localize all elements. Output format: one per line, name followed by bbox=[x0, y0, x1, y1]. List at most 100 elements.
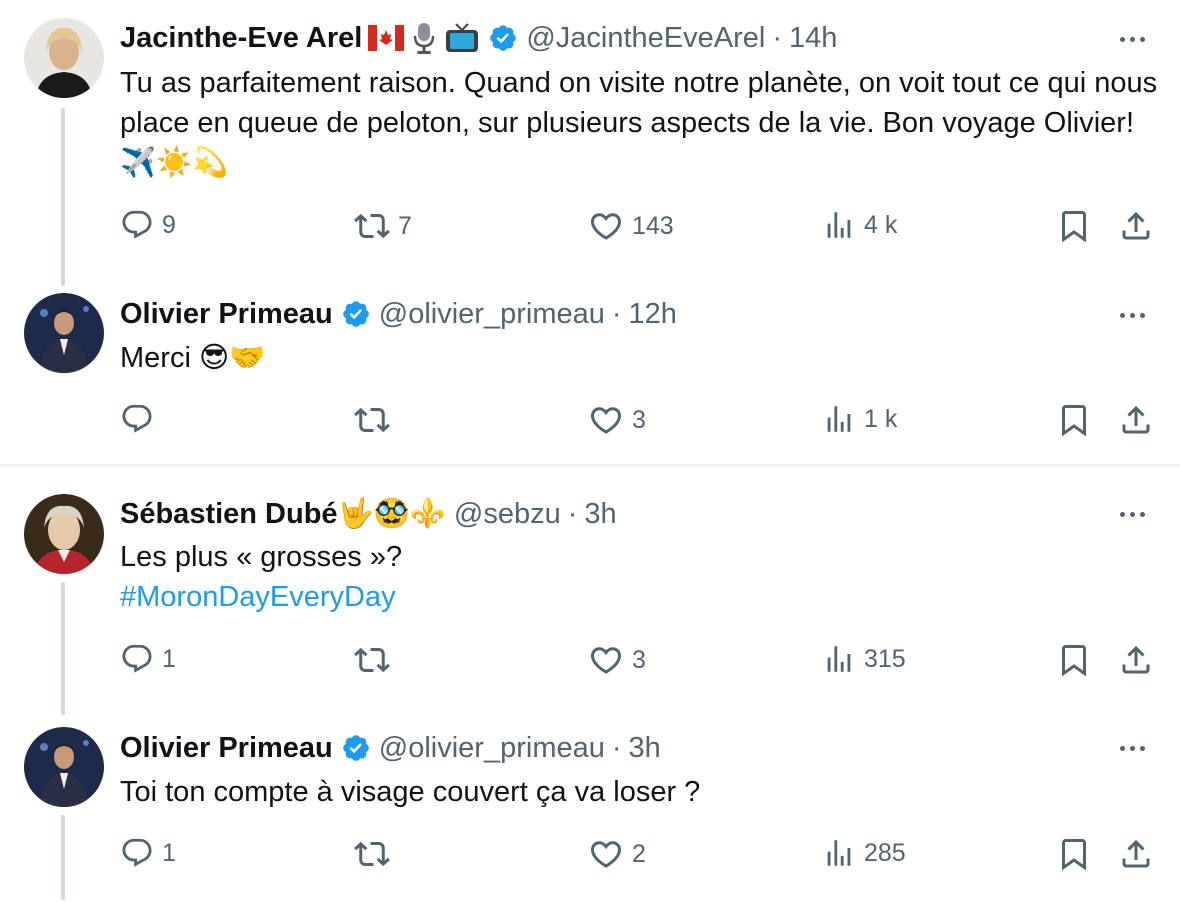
reply-icon bbox=[122, 210, 152, 239]
bookmark-icon bbox=[1062, 645, 1086, 677]
views-icon bbox=[827, 212, 851, 238]
retweet-count: 7 bbox=[398, 211, 412, 240]
like-button[interactable]: 3 bbox=[588, 402, 646, 438]
retweet-icon bbox=[354, 213, 390, 239]
share-button[interactable] bbox=[1118, 208, 1154, 244]
user-handle[interactable]: @sebzu bbox=[454, 498, 561, 531]
retweet-button[interactable] bbox=[354, 642, 398, 678]
reply-button[interactable]: 9 bbox=[120, 208, 176, 242]
retweet-icon bbox=[354, 407, 390, 433]
more-icon[interactable] bbox=[1112, 499, 1152, 529]
tweet-text: Tu as parfaitement raison. Quand on visi… bbox=[120, 67, 1158, 179]
avatar-jacinthe[interactable] bbox=[24, 18, 104, 98]
conversation-divider bbox=[0, 464, 1180, 467]
like-button[interactable]: 143 bbox=[588, 208, 674, 244]
like-button[interactable]: 2 bbox=[588, 836, 646, 872]
retweet-button[interactable] bbox=[354, 836, 398, 872]
retweet-icon bbox=[354, 647, 390, 673]
reply-icon bbox=[122, 404, 152, 433]
share-button[interactable] bbox=[1118, 836, 1154, 872]
tweet-text: Les plus « grosses »? bbox=[120, 541, 403, 573]
more-icon[interactable] bbox=[1112, 24, 1152, 54]
reply-button[interactable] bbox=[120, 402, 162, 436]
separator-dot: · bbox=[772, 21, 782, 54]
tweet-4[interactable]: Olivier Primeau @olivier_primeau · 3h To… bbox=[0, 715, 1180, 902]
reply-icon bbox=[122, 644, 152, 673]
bookmark-button[interactable] bbox=[1056, 208, 1092, 244]
tweet-2[interactable]: Olivier Primeau @olivier_primeau · 12h M… bbox=[0, 290, 1180, 462]
user-handle[interactable]: @JacintheEveArel bbox=[526, 22, 765, 55]
views-button[interactable]: 4 k bbox=[822, 208, 897, 242]
like-count: 143 bbox=[632, 211, 674, 240]
timestamp[interactable]: 3h bbox=[629, 732, 661, 765]
display-name[interactable]: Olivier Primeau bbox=[120, 298, 333, 331]
avatar-sebastien[interactable] bbox=[24, 494, 104, 574]
bookmark-button[interactable] bbox=[1056, 642, 1092, 678]
like-button[interactable]: 3 bbox=[588, 642, 646, 678]
avatar-olivier[interactable] bbox=[24, 727, 104, 807]
tweet-header: Olivier Primeau @olivier_primeau · 3h bbox=[120, 728, 661, 768]
tweet-header: Jacinthe-Eve Arel @JacintheEveArel · 14h bbox=[120, 18, 837, 58]
bookmark-button[interactable] bbox=[1056, 836, 1092, 872]
reply-button[interactable]: 1 bbox=[120, 642, 176, 676]
views-icon bbox=[827, 840, 851, 866]
views-button[interactable]: 315 bbox=[822, 642, 906, 676]
views-count: 285 bbox=[864, 838, 906, 867]
share-button[interactable] bbox=[1118, 402, 1154, 438]
timestamp[interactable]: 14h bbox=[789, 22, 837, 55]
views-button[interactable]: 1 k bbox=[822, 402, 897, 436]
reply-count: 1 bbox=[162, 644, 176, 673]
hashtag-link[interactable]: #MoronDayEveryDay bbox=[120, 577, 1160, 617]
reply-button[interactable]: 1 bbox=[120, 836, 176, 870]
views-count: 4 k bbox=[864, 210, 898, 239]
more-icon[interactable] bbox=[1112, 300, 1152, 330]
views-icon bbox=[827, 646, 851, 672]
action-bar: 9 7 143 4 k bbox=[0, 208, 1180, 248]
tweet-3[interactable]: Sébastien Dubé🤟🥸⚜️ @sebzu · 3h Les plus … bbox=[0, 470, 1180, 715]
bookmark-icon bbox=[1062, 405, 1086, 437]
display-name[interactable]: Olivier Primeau bbox=[120, 732, 333, 765]
tweet-text-block: Les plus « grosses »? #MoronDayEveryDay bbox=[120, 537, 1160, 617]
retweet-button[interactable] bbox=[354, 402, 398, 438]
retweet-button[interactable]: 7 bbox=[354, 208, 412, 244]
verified-badge-icon bbox=[488, 23, 518, 53]
bookmark-button[interactable] bbox=[1056, 402, 1092, 438]
separator-dot: · bbox=[611, 731, 622, 764]
verified-badge-icon bbox=[341, 733, 371, 763]
tweet-text: Toi ton compte à visage couvert ça va lo… bbox=[120, 776, 701, 808]
canada-flag-icon bbox=[368, 25, 405, 51]
bookmark-icon bbox=[1062, 839, 1086, 871]
tweet-text: Merci 😎🤝 bbox=[120, 342, 266, 374]
action-bar: 3 1 k bbox=[0, 402, 1180, 442]
retweet-icon bbox=[354, 841, 390, 867]
microphone-icon bbox=[410, 21, 438, 55]
like-icon bbox=[590, 647, 622, 674]
share-button[interactable] bbox=[1118, 642, 1154, 678]
display-name[interactable]: Jacinthe-Eve Arel bbox=[120, 22, 362, 55]
share-icon bbox=[1122, 645, 1150, 674]
like-count: 2 bbox=[632, 839, 646, 868]
thread-line bbox=[61, 108, 65, 286]
share-icon bbox=[1122, 405, 1150, 434]
views-count: 1 k bbox=[864, 404, 898, 433]
views-count: 315 bbox=[864, 644, 906, 673]
timestamp[interactable]: 3h bbox=[584, 498, 616, 531]
views-icon bbox=[827, 406, 851, 432]
avatar-olivier[interactable] bbox=[24, 293, 104, 373]
user-handle[interactable]: @olivier_primeau bbox=[379, 732, 605, 765]
reply-count: 9 bbox=[162, 210, 176, 239]
bookmark-icon bbox=[1062, 211, 1086, 243]
like-icon bbox=[590, 407, 622, 434]
tweet-1[interactable]: Jacinthe-Eve Arel @JacintheEveArel · 14h… bbox=[0, 0, 1180, 290]
separator-dot: · bbox=[611, 297, 622, 330]
views-button[interactable]: 285 bbox=[822, 836, 906, 870]
more-icon[interactable] bbox=[1112, 733, 1152, 763]
share-icon bbox=[1122, 839, 1150, 868]
share-icon bbox=[1122, 211, 1150, 240]
timestamp[interactable]: 12h bbox=[629, 298, 677, 331]
like-count: 3 bbox=[632, 645, 646, 674]
tweet-header: Olivier Primeau @olivier_primeau · 12h bbox=[120, 294, 677, 334]
action-bar: 1 3 315 bbox=[0, 642, 1180, 682]
display-name[interactable]: Sébastien Dubé🤟🥸⚜️ bbox=[120, 497, 446, 531]
user-handle[interactable]: @olivier_primeau bbox=[379, 298, 605, 331]
